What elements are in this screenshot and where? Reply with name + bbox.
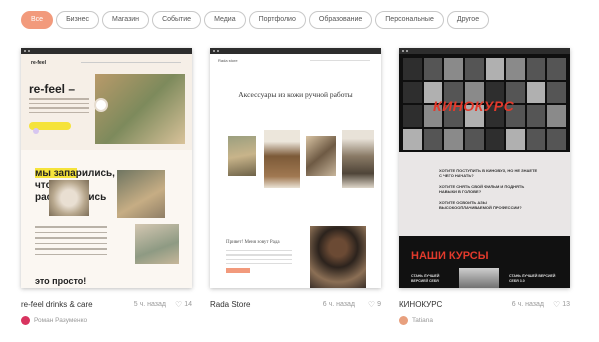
site-preview: Rada store Аксессуары из кожи ручной раб… [210,54,381,288]
preview-question: ХОТИТЕ ПОСТУПИТЬ В КИНОВУЗ, НО НЕ ЗНАЕТЕ… [439,168,538,178]
preview-photo [342,130,374,188]
like-button[interactable]: ♡ 14 [175,300,192,309]
preview-photo [306,136,336,176]
preview-course: СТАНЬ ЛУЧШЕЙ ВЕРСИЕЙ СЕБЯ [411,274,440,283]
card-time: 6 ч. назад [511,301,544,308]
preview-logo: re-feel [31,60,47,66]
preview-hero: КИНОКУРС [433,98,515,114]
author-name: Tatiana [412,317,433,324]
card-time: 5 ч. назад [133,301,166,308]
filter-education[interactable]: Образование [308,11,373,29]
preview-course: СТАНЬ ЛУЧШЕЙ ВЕРСИЕЙ СЕБЯ 3.0 [509,274,556,283]
like-count: 13 [562,301,570,308]
heart-icon: ♡ [175,300,183,309]
preview-photo [117,170,165,218]
category-filters: Все Бизнес Магазин Событие Медиа Портфол… [21,11,490,29]
like-count: 9 [377,301,381,308]
like-button[interactable]: ♡ 9 [368,300,381,309]
avatar [21,316,30,325]
avatar [399,316,408,325]
author-name: Роман Разуменко [34,317,88,324]
preview-courses-heading: НАШИ КУРСЫ [411,250,489,262]
project-card-rada[interactable]: Rada store Аксессуары из кожи ручной раб… [210,48,381,309]
project-card-kinokurs[interactable]: КИНОКУРС ХОТИТЕ ПОСТУПИТЬ В КИНОВУЗ, НО … [399,48,570,325]
preview-subheading: Привет! Меня зовут Рада [226,240,280,245]
preview-photo [95,74,185,144]
filter-other[interactable]: Другое [446,11,490,29]
filter-media[interactable]: Медиа [204,11,246,29]
preview-photo [228,136,256,176]
filter-personal[interactable]: Персональные [375,11,444,29]
preview-logo: Rada store [218,58,238,63]
preview-bottom-text: это просто! [35,276,87,286]
site-preview: КИНОКУРС ХОТИТЕ ПОСТУПИТЬ В КИНОВУЗ, НО … [399,54,570,288]
like-button[interactable]: ♡ 13 [553,300,570,309]
preview-hero: re-feel – [29,82,76,96]
preview-frame[interactable]: КИНОКУРС ХОТИТЕ ПОСТУПИТЬ В КИНОВУЗ, НО … [399,48,570,288]
like-count: 14 [184,301,192,308]
filter-business[interactable]: Бизнес [56,11,100,29]
heart-icon: ♡ [367,300,376,309]
preview-photo [49,180,89,216]
card-author[interactable]: Роман Разуменко [21,316,87,325]
preview-button [226,268,250,273]
preview-photo [264,130,300,188]
project-card-refeel[interactable]: re-feel re-feel – мы запарились, чтобы в… [21,48,192,325]
heart-icon: ♡ [553,300,561,309]
preview-question: ХОТИТЕ ОСВОИТЬ АЗЫ ВЫСОКООПЛАЧИВАЕМОЙ ПР… [439,200,522,210]
card-title[interactable]: re-feel drinks & care [21,300,93,309]
card-author[interactable]: Tatiana [399,316,433,325]
card-title[interactable]: Rada Store [210,300,250,309]
card-title[interactable]: КИНОКУРС [399,300,442,309]
preview-frame[interactable]: Rada store Аксессуары из кожи ручной раб… [210,48,381,288]
preview-photo [459,268,499,288]
filter-event[interactable]: Событие [152,11,202,29]
filter-portfolio[interactable]: Портфолио [248,11,306,29]
preview-photo [310,226,366,288]
preview-photo [135,224,179,264]
preview-frame[interactable]: re-feel re-feel – мы запарились, чтобы в… [21,48,192,288]
card-time: 6 ч. назад [322,301,355,308]
preview-question: ХОТИТЕ СНЯТЬ СВОЙ ФИЛЬМ И ПОДНЯТЬ НАВЫКИ… [439,184,525,194]
filter-shop[interactable]: Магазин [102,11,150,29]
site-preview: re-feel re-feel – мы запарились, чтобы в… [21,54,192,288]
filter-all[interactable]: Все [21,11,54,29]
preview-hero: Аксессуары из кожи ручной работы [238,90,353,99]
